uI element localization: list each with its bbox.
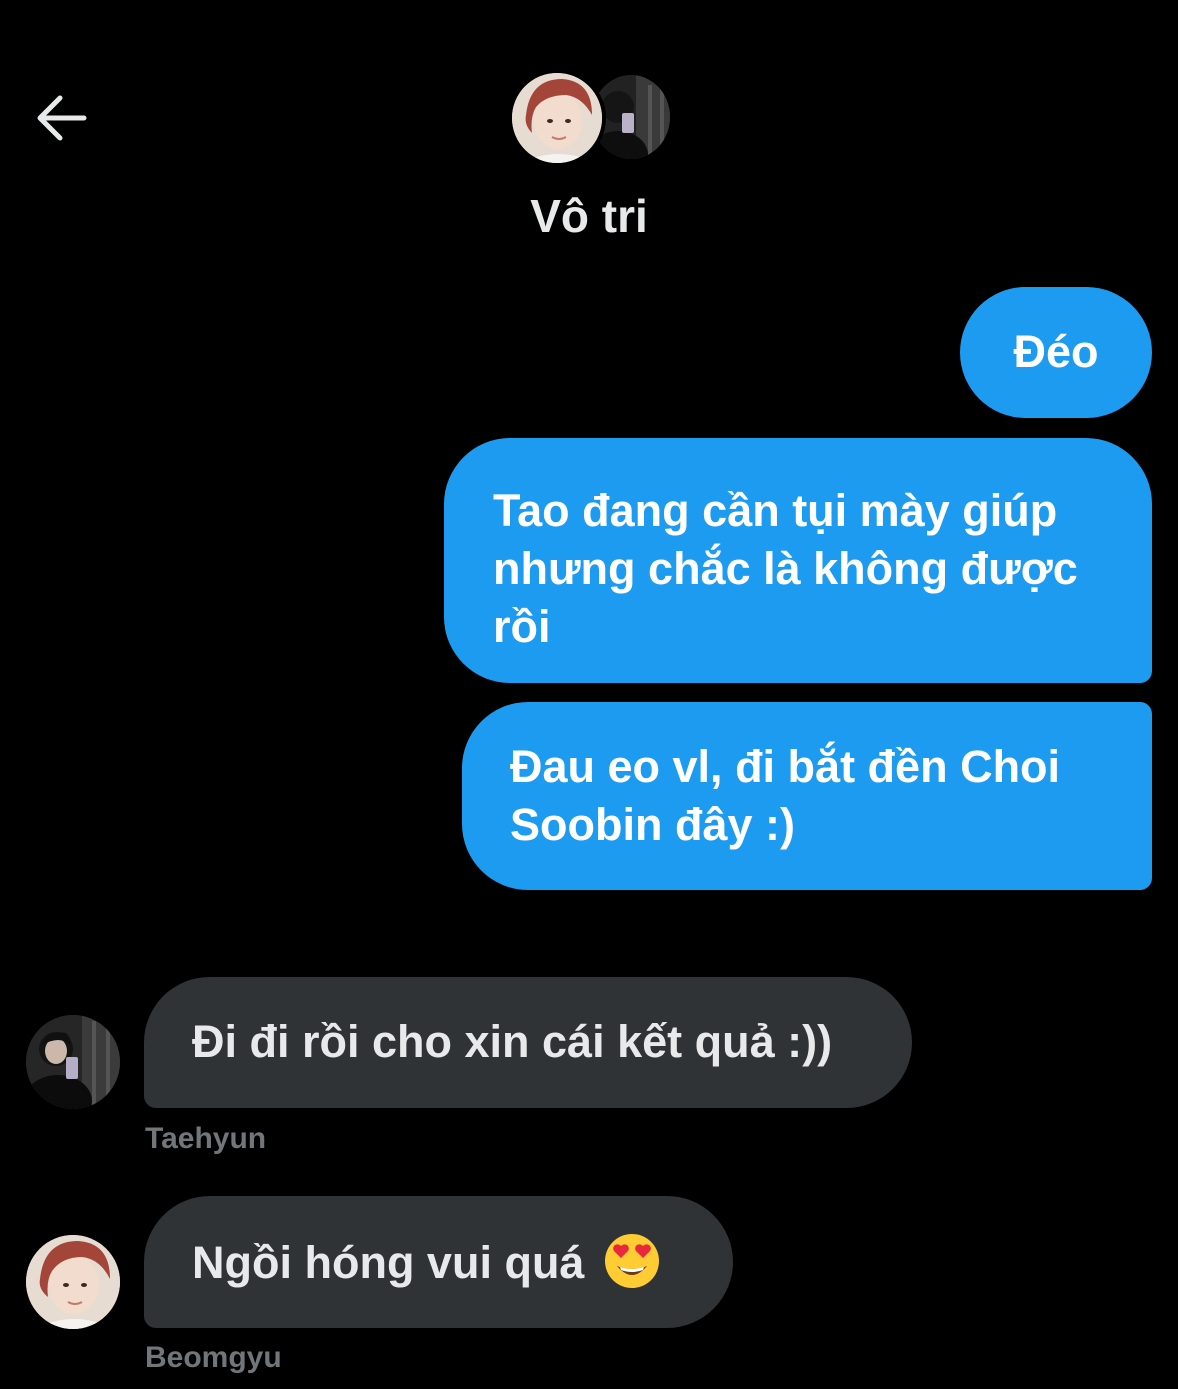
sender-name: Beomgyu [145,1341,282,1374]
conversation-avatars[interactable] [508,69,674,169]
sender-avatar-beomgyu[interactable] [26,1235,120,1329]
message-text-line: rồi [493,601,551,652]
message-bubble-outgoing[interactable]: Đau eo vl, đi bắt đền Choi Soobin đây :) [462,702,1152,890]
message-bubble-incoming[interactable]: Ngồi hóng vui quá [144,1196,733,1328]
avatar [508,69,606,167]
sender-name: Taehyun [145,1122,267,1155]
message-text-line: Soobin đây :) [510,799,795,850]
message-bubble-outgoing[interactable]: Tao đang cần tụi mày giúp nhưng chắc là … [444,438,1152,683]
conversation-title[interactable]: Vô tri [0,188,1178,244]
heart-eyes-emoji-icon [604,1234,659,1288]
message-text-line: Tao đang cần tụi mày giúp [493,485,1058,536]
back-button[interactable] [28,86,94,152]
sender-avatar-taehyun[interactable] [26,1015,120,1109]
message-bubble-incoming[interactable]: Đi đi rồi cho xin cái kết quả :)) [144,977,912,1108]
arrow-left-icon [37,95,87,141]
message-bubble-outgoing[interactable]: Đéo [960,287,1152,418]
message-text: Đi đi rồi cho xin cái kết quả :)) [192,1016,833,1067]
message-text-line: Đau eo vl, đi bắt đền Choi [510,741,1061,792]
message-text: Ngồi hóng vui quá [192,1237,585,1288]
message-text-line: nhưng chắc là không được [493,543,1078,594]
message-text: Đéo [1013,326,1099,377]
